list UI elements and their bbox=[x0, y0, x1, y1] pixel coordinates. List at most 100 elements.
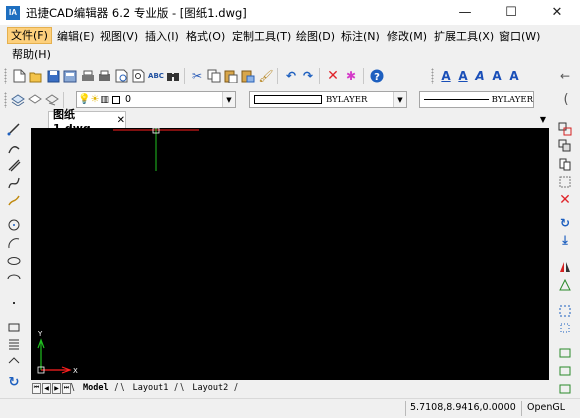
close-icon[interactable]: ✕ bbox=[117, 115, 125, 126]
first-tab-icon[interactable]: ⏮ bbox=[32, 382, 41, 394]
copy-object-icon[interactable] bbox=[557, 121, 573, 137]
menu-draw[interactable]: 绘图(D) bbox=[293, 28, 338, 45]
toolbar-grip[interactable] bbox=[4, 68, 7, 84]
page-setup-icon[interactable] bbox=[114, 68, 130, 84]
delete-icon[interactable]: ✕ bbox=[325, 68, 341, 84]
toolbar-grip[interactable] bbox=[431, 68, 434, 84]
move-icon[interactable]: ⤓ bbox=[557, 232, 573, 248]
explode-object-icon[interactable] bbox=[557, 381, 573, 397]
freehand-icon[interactable] bbox=[6, 192, 22, 208]
menu-tools[interactable]: 定制工具(T) bbox=[229, 28, 294, 45]
find-file-icon[interactable] bbox=[131, 68, 147, 84]
layer-previous-icon[interactable] bbox=[27, 92, 43, 108]
redo-icon[interactable]: ↷ bbox=[300, 68, 316, 84]
menu-edit[interactable]: 编辑(E) bbox=[54, 28, 98, 45]
chevron-down-icon[interactable]: ▼ bbox=[393, 92, 406, 107]
next-tab-icon[interactable]: ▶ bbox=[52, 382, 61, 394]
drawing-canvas[interactable]: Y X bbox=[31, 127, 549, 380]
linetype-value: BYLAYER bbox=[491, 94, 533, 105]
linetype-select[interactable]: BYLAYER bbox=[419, 91, 534, 108]
ellipse-arc-icon[interactable] bbox=[6, 271, 22, 287]
binoculars-icon[interactable] bbox=[165, 68, 181, 84]
array-icon[interactable] bbox=[557, 156, 573, 172]
last-tab-icon[interactable]: ⏭ bbox=[62, 382, 71, 394]
status-coordinates: 5.7108,8.9416,0.0000 bbox=[410, 402, 516, 413]
paste-special-icon[interactable] bbox=[240, 68, 256, 84]
help-icon[interactable]: ? bbox=[369, 68, 385, 84]
layer-manager-icon[interactable] bbox=[10, 92, 26, 108]
spline-icon[interactable] bbox=[6, 175, 22, 191]
text-style-icon[interactable]: A bbox=[438, 68, 454, 84]
paste-icon[interactable] bbox=[223, 68, 239, 84]
ellipse-icon[interactable] bbox=[6, 253, 22, 269]
menu-dimension[interactable]: 标注(N) bbox=[338, 28, 383, 45]
trim-icon[interactable] bbox=[557, 320, 573, 336]
cut-icon[interactable]: ✂ bbox=[189, 68, 205, 84]
print-preview-icon[interactable] bbox=[97, 68, 113, 84]
text-scale-icon[interactable]: A bbox=[506, 68, 522, 84]
revcloud-icon[interactable] bbox=[6, 354, 22, 370]
polyline-icon[interactable] bbox=[6, 140, 22, 156]
break-icon[interactable] bbox=[557, 363, 573, 379]
spell-check-icon[interactable]: ABC bbox=[148, 68, 164, 84]
status-renderer[interactable]: OpenGL bbox=[527, 402, 565, 413]
menu-modify[interactable]: 修改(M) bbox=[384, 28, 430, 45]
window-title: 迅捷CAD编辑器 6.2 专业版 - [图纸1.dwg] bbox=[26, 5, 247, 20]
tab-model[interactable]: Model bbox=[77, 381, 115, 395]
save-icon[interactable] bbox=[45, 68, 61, 84]
mtext-icon[interactable]: A bbox=[455, 68, 471, 84]
menu-insert[interactable]: 插入(I) bbox=[142, 28, 182, 45]
layer-color-swatch bbox=[111, 95, 120, 104]
menu-extended-tools[interactable]: 扩展工具(X) bbox=[431, 28, 497, 45]
point-icon[interactable] bbox=[6, 295, 22, 311]
menu-help[interactable]: 帮助(H) bbox=[9, 46, 54, 63]
stretch-icon[interactable] bbox=[557, 303, 573, 319]
mirror-icon[interactable] bbox=[557, 259, 573, 275]
offset-icon[interactable] bbox=[557, 174, 573, 190]
minimize-button[interactable]: — bbox=[442, 0, 488, 25]
arc-draw-icon[interactable] bbox=[6, 235, 22, 251]
extend-icon[interactable] bbox=[557, 345, 573, 361]
toolbar-grip[interactable] bbox=[4, 92, 7, 108]
undo-icon[interactable]: ↶ bbox=[283, 68, 299, 84]
line-icon[interactable] bbox=[6, 121, 22, 137]
toolbar-separator bbox=[363, 68, 364, 84]
tab-divider: / bbox=[234, 382, 238, 393]
rectangle-icon[interactable] bbox=[6, 319, 22, 335]
color-select[interactable]: BYLAYER ▼ bbox=[249, 91, 407, 108]
document-tab[interactable]: 图纸1.dwg ✕ bbox=[48, 108, 126, 135]
prev-tab-icon[interactable]: ◀ bbox=[42, 382, 51, 394]
menu-window[interactable]: 窗口(W) bbox=[496, 28, 543, 45]
copy-icon[interactable] bbox=[206, 68, 222, 84]
save-all-icon[interactable] bbox=[62, 68, 78, 84]
color-swatch bbox=[254, 95, 322, 104]
arrow-left-icon[interactable]: ← bbox=[557, 68, 573, 84]
text-edit-icon[interactable]: A bbox=[472, 68, 488, 84]
explode-icon[interactable]: ✱ bbox=[343, 68, 359, 84]
match-properties-icon[interactable]: 🖌 bbox=[258, 68, 274, 84]
scale-icon[interactable] bbox=[557, 277, 573, 293]
menu-view[interactable]: 视图(V) bbox=[97, 28, 141, 45]
regen-icon[interactable]: ↻ bbox=[6, 374, 22, 390]
menu-file[interactable]: 文件(F) bbox=[7, 27, 52, 44]
arc-icon[interactable]: ( bbox=[558, 92, 574, 108]
tab-layout1[interactable]: Layout1 bbox=[127, 381, 175, 395]
open-file-icon[interactable] bbox=[28, 68, 44, 84]
circle-icon[interactable] bbox=[6, 217, 22, 233]
erase-icon[interactable]: ✕ bbox=[557, 192, 573, 208]
app-logo-icon: IA bbox=[6, 5, 20, 20]
tab-layout2[interactable]: Layout2 bbox=[186, 381, 234, 395]
helix-icon[interactable] bbox=[6, 336, 22, 352]
print-icon[interactable] bbox=[80, 68, 96, 84]
rotate-icon[interactable]: ↻ bbox=[557, 215, 573, 231]
close-button[interactable]: ✕ bbox=[534, 0, 580, 25]
chevron-down-icon[interactable]: ▼ bbox=[222, 92, 235, 107]
maximize-button[interactable]: ☐ bbox=[488, 0, 534, 25]
tab-list-dropdown-icon[interactable]: ▼ bbox=[540, 115, 546, 124]
text-find-icon[interactable]: A bbox=[489, 68, 505, 84]
mirror-copy-icon[interactable] bbox=[557, 138, 573, 154]
layer-name: 0 bbox=[124, 94, 131, 105]
menu-format[interactable]: 格式(O) bbox=[183, 28, 228, 45]
new-file-icon[interactable] bbox=[11, 68, 27, 84]
multiline-icon[interactable] bbox=[6, 157, 22, 173]
